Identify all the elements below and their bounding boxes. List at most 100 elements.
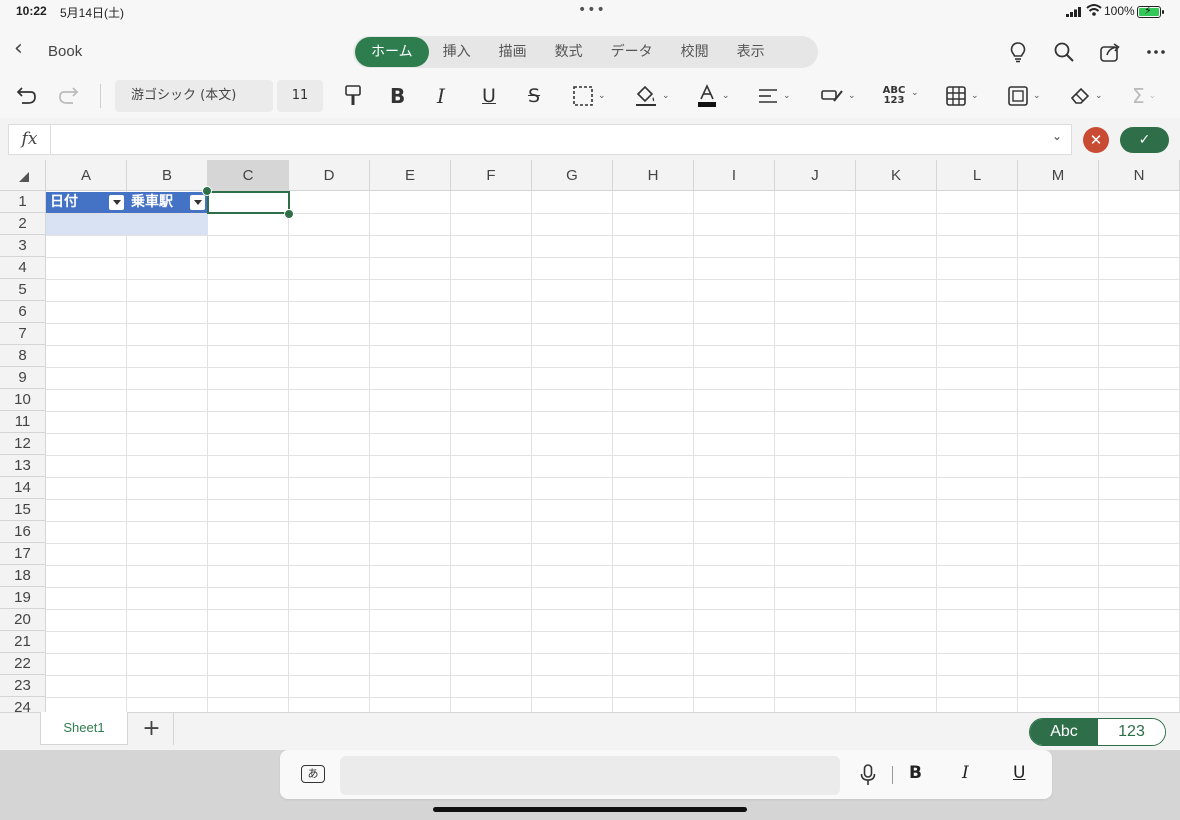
- back-chevron-icon[interactable]: ‹: [14, 38, 23, 60]
- kb-bold-button[interactable]: B: [909, 763, 922, 783]
- lightbulb-icon[interactable]: [1007, 41, 1029, 63]
- column-header-a[interactable]: A: [46, 160, 127, 191]
- font-size-select[interactable]: 11: [277, 80, 323, 112]
- column-header-h[interactable]: H: [613, 160, 694, 191]
- font-name-select[interactable]: 游ゴシック (本文): [115, 80, 273, 112]
- row-header-24[interactable]: 24: [0, 697, 46, 712]
- formula-input[interactable]: [50, 124, 1072, 155]
- selected-cell-c1[interactable]: [207, 191, 290, 214]
- chevron-down-icon[interactable]: ⌄: [911, 88, 919, 98]
- search-icon[interactable]: [1053, 41, 1075, 63]
- row-header-3[interactable]: 3: [0, 235, 46, 257]
- column-header-f[interactable]: F: [451, 160, 532, 191]
- redo-icon[interactable]: [58, 84, 82, 108]
- font-color-button[interactable]: ⌄: [696, 84, 730, 108]
- row-header-9[interactable]: 9: [0, 367, 46, 389]
- chevron-down-icon[interactable]: ⌄: [1052, 129, 1062, 143]
- row-header-4[interactable]: 4: [0, 257, 46, 279]
- wrap-text-button[interactable]: ⌄: [820, 84, 856, 108]
- selection-handle-top[interactable]: [202, 186, 212, 196]
- table-header-date[interactable]: 日付: [46, 192, 127, 213]
- row-header-20[interactable]: 20: [0, 609, 46, 631]
- tab-view[interactable]: 表示: [723, 37, 779, 67]
- align-button[interactable]: ⌄: [757, 84, 791, 108]
- bold-icon[interactable]: B: [390, 84, 405, 108]
- row-header-21[interactable]: 21: [0, 631, 46, 653]
- tab-formulas[interactable]: 数式: [541, 37, 597, 67]
- row-header-22[interactable]: 22: [0, 653, 46, 675]
- row-header-17[interactable]: 17: [0, 543, 46, 565]
- row-header-16[interactable]: 16: [0, 521, 46, 543]
- undo-icon[interactable]: [13, 84, 37, 108]
- clear-button[interactable]: ⌄: [1069, 84, 1103, 108]
- borders-button[interactable]: ⌄: [572, 84, 606, 108]
- column-header-k[interactable]: K: [856, 160, 937, 191]
- column-header-g[interactable]: G: [532, 160, 613, 191]
- share-icon[interactable]: [1099, 41, 1121, 63]
- strikethrough-icon[interactable]: S: [528, 84, 540, 108]
- column-header-i[interactable]: I: [694, 160, 775, 191]
- format-painter-icon[interactable]: [342, 84, 364, 108]
- font-color-icon: [698, 84, 716, 107]
- column-header-b[interactable]: B: [127, 160, 208, 191]
- spreadsheet-grid[interactable]: ABCDEFGHIJKLMN 1 2 3 4 5 6 7 8 9 10 11 12 13 14 15 16 17…: [0, 160, 1180, 712]
- table-data-row[interactable]: [46, 214, 208, 235]
- fx-label[interactable]: fx: [8, 124, 50, 155]
- row-header-2[interactable]: 2: [0, 213, 46, 235]
- row-header-14[interactable]: 14: [0, 477, 46, 499]
- keyboard-123-option[interactable]: 123: [1098, 719, 1165, 745]
- column-header-c[interactable]: C: [208, 160, 289, 191]
- microphone-icon[interactable]: [860, 764, 876, 786]
- row-header-8[interactable]: 8: [0, 345, 46, 367]
- confirm-entry-button[interactable]: ✓: [1120, 127, 1169, 153]
- keyboard-mode-toggle[interactable]: Abc 123: [1029, 718, 1166, 746]
- cell-format-button[interactable]: ⌄: [1007, 84, 1041, 108]
- add-sheet-button[interactable]: +: [130, 713, 174, 745]
- row-header-10[interactable]: 10: [0, 389, 46, 411]
- tab-draw[interactable]: 描画: [485, 37, 541, 67]
- column-header-m[interactable]: M: [1018, 160, 1099, 191]
- column-header-l[interactable]: L: [937, 160, 1018, 191]
- cancel-entry-button[interactable]: ✕: [1083, 127, 1109, 153]
- row-header-23[interactable]: 23: [0, 675, 46, 697]
- italic-icon[interactable]: I: [437, 84, 445, 108]
- tab-home[interactable]: ホーム: [355, 37, 429, 67]
- table-format-button[interactable]: ⌄: [945, 84, 979, 108]
- tab-insert[interactable]: 挿入: [429, 37, 485, 67]
- row-header-11[interactable]: 11: [0, 411, 46, 433]
- tab-review[interactable]: 校閲: [667, 37, 723, 67]
- underline-icon[interactable]: U: [482, 84, 496, 108]
- row-header-1[interactable]: 1: [0, 191, 46, 213]
- document-title[interactable]: Book: [48, 43, 82, 60]
- row-header-18[interactable]: 18: [0, 565, 46, 587]
- fill-color-button[interactable]: ⌄: [634, 84, 670, 108]
- number-format-button[interactable]: ABC 123: [882, 86, 906, 110]
- keyboard-abc-option[interactable]: Abc: [1030, 719, 1098, 745]
- row-header-6[interactable]: 6: [0, 301, 46, 323]
- table-header-station[interactable]: 乗車駅: [127, 192, 208, 213]
- multitasking-dots[interactable]: •••: [578, 2, 606, 18]
- sheet-tab-sheet1[interactable]: Sheet1: [40, 712, 128, 745]
- filter-dropdown-icon[interactable]: [190, 195, 205, 210]
- selection-handle-bottom[interactable]: [284, 209, 294, 219]
- more-icon[interactable]: [1145, 41, 1167, 63]
- row-header-5[interactable]: 5: [0, 279, 46, 301]
- row-header-12[interactable]: 12: [0, 433, 46, 455]
- keyboard-suggestion-field[interactable]: [340, 756, 840, 795]
- row-header-19[interactable]: 19: [0, 587, 46, 609]
- tab-data[interactable]: データ: [597, 37, 667, 67]
- ime-switch-icon[interactable]: あ: [301, 765, 325, 783]
- autosum-button[interactable]: Σ ⌄: [1132, 84, 1156, 108]
- row-header-15[interactable]: 15: [0, 499, 46, 521]
- row-header-7[interactable]: 7: [0, 323, 46, 345]
- home-indicator[interactable]: [433, 807, 747, 812]
- row-header-13[interactable]: 13: [0, 455, 46, 477]
- column-header-e[interactable]: E: [370, 160, 451, 191]
- filter-dropdown-icon[interactable]: [109, 195, 124, 210]
- kb-italic-button[interactable]: I: [962, 763, 969, 783]
- select-all-corner[interactable]: [0, 160, 46, 191]
- column-header-d[interactable]: D: [289, 160, 370, 191]
- column-header-n[interactable]: N: [1099, 160, 1180, 191]
- kb-underline-button[interactable]: U: [1013, 763, 1025, 783]
- column-header-j[interactable]: J: [775, 160, 856, 191]
